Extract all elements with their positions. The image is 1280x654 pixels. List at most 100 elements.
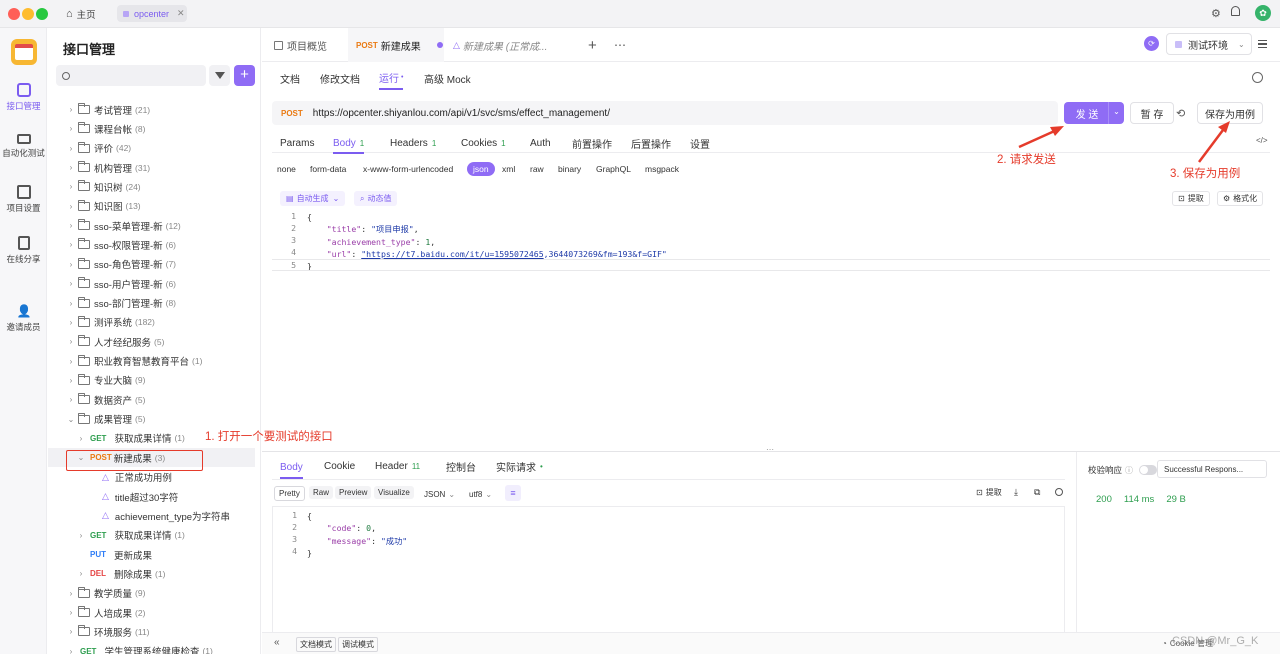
tree-folder[interactable]: › sso-部门管理-新 (8) — [48, 294, 261, 313]
request-body-editor[interactable]: 12345 { "title": "项目申报", "achievement_ty… — [272, 211, 1270, 271]
add-button[interactable]: + — [234, 65, 255, 86]
response-view-option[interactable]: Preview — [335, 486, 372, 499]
doc-mode-button[interactable]: 文档模式 — [296, 637, 336, 652]
tree-folder[interactable]: › 知识图 (13) — [48, 197, 261, 216]
body-type-option[interactable]: raw — [530, 162, 544, 176]
tree-folder[interactable]: › 测评系统 (182) — [48, 313, 261, 332]
body-type-option[interactable]: json — [467, 162, 495, 176]
body-type-option[interactable]: x-www-form-urlencoded — [363, 162, 453, 176]
body-type-option[interactable]: form-data — [310, 162, 346, 176]
response-view-option[interactable]: Visualize — [374, 486, 414, 499]
tree-api-item[interactable]: › GET 学生管理系统健康检查 (1) — [48, 642, 261, 654]
tree-folder[interactable]: › 环境服务 (11) — [48, 622, 261, 641]
response-view-option[interactable]: Raw — [309, 486, 334, 499]
request-url[interactable]: https://opcenter.shiyanlou.com/api/v1/sv… — [313, 108, 610, 119]
tree-folder[interactable]: › 机构管理 (31) — [48, 158, 261, 177]
minimize-window-button[interactable] — [22, 8, 34, 20]
history-icon[interactable] — [1252, 72, 1263, 83]
sidebar-item-share[interactable]: 在线分享 — [0, 236, 47, 265]
body-type-option[interactable]: msgpack — [645, 162, 679, 176]
param-tab[interactable]: 后置操作 — [631, 134, 671, 152]
tree-folder[interactable]: ⌄ 成果管理 (5) — [48, 410, 261, 429]
response-tab[interactable]: Header 11 — [375, 457, 420, 475]
extract-button[interactable]: ⊡ 提取 — [1172, 191, 1210, 206]
param-tab[interactable]: Headers 1 — [390, 134, 436, 152]
tree-api-item[interactable]: PUT 更新成果 — [48, 545, 261, 564]
response-tab[interactable]: 控制台 — [446, 457, 476, 475]
close-window-button[interactable] — [8, 8, 20, 20]
tree-api-item[interactable]: › DEL 删除成果 (1) — [48, 564, 261, 583]
body-type-option[interactable]: binary — [558, 162, 581, 176]
environment-select[interactable]: 测试环境 ⌄ — [1166, 33, 1252, 55]
auto-generate-button[interactable]: ▤ 自动生成 ⌄ — [280, 191, 346, 206]
tree-folder[interactable]: › 职业教育智慧教育平台 (1) — [48, 352, 261, 371]
drag-handle-icon[interactable]: ⋯ — [766, 445, 774, 454]
param-tab[interactable]: Body 1 — [333, 134, 365, 154]
download-icon[interactable]: ⤓ — [1014, 487, 1018, 498]
tree-folder[interactable]: › sso-权限管理-新 (6) — [48, 235, 261, 254]
user-avatar[interactable]: ✿ — [1255, 5, 1271, 21]
response-view-option[interactable]: Pretty — [274, 486, 305, 501]
search-icon[interactable] — [1055, 488, 1063, 496]
tree-folder[interactable]: › sso-角色管理-新 (7) — [48, 255, 261, 274]
more-tabs-icon[interactable]: ⋯ — [614, 28, 626, 62]
settings-icon[interactable]: ⚙ — [1211, 7, 1221, 20]
param-tab[interactable]: 设置 — [690, 134, 710, 152]
format-select[interactable]: JSON ⌄ — [424, 487, 455, 501]
tree-folder[interactable]: › 知识树 (24) — [48, 177, 261, 196]
validate-toggle[interactable] — [1139, 465, 1158, 475]
tree-folder[interactable]: › sso-用户管理-新 (6) — [48, 274, 261, 293]
tree-folder[interactable]: › 人才经纪服务 (5) — [48, 332, 261, 351]
send-button[interactable]: 发 送 ⌄ — [1064, 102, 1124, 124]
subtab-edit-doc[interactable]: 修改文档 — [320, 66, 360, 90]
filter-button[interactable] — [209, 65, 230, 86]
tree-case-item[interactable]: △ title超过30字符 — [48, 487, 261, 506]
tree-folder[interactable]: › 教学质量 (9) — [48, 584, 261, 603]
env-switch-icon[interactable]: ⟳ — [1144, 36, 1159, 51]
subtab-mock[interactable]: 高级 Mock — [424, 66, 471, 90]
tree-folder[interactable]: › sso-菜单管理-新 (12) — [48, 216, 261, 235]
response-extract-button[interactable]: ⊡ 提取 — [976, 487, 1002, 498]
dynamic-value-button[interactable]: ⌕ 动态值 — [354, 191, 398, 206]
reset-icon[interactable]: ⟲ — [1176, 107, 1185, 120]
menu-icon[interactable] — [1258, 40, 1267, 48]
collapse-icon[interactable]: « — [274, 637, 280, 648]
sidebar-item-project-settings[interactable]: 项目设置 — [0, 185, 47, 214]
sidebar-item-api-management[interactable]: 接口管理 — [0, 83, 47, 112]
tree-folder[interactable]: › 课程台帐 (8) — [48, 119, 261, 138]
request-method[interactable]: POST — [281, 109, 303, 118]
tree-folder[interactable]: › 考试管理 (21) — [48, 100, 261, 119]
new-tab-button[interactable]: + — [588, 28, 597, 62]
subtab-run[interactable]: 运行 • — [379, 66, 404, 90]
encoding-select[interactable]: utf8 ⌄ — [469, 487, 492, 501]
url-bar[interactable]: POST https://opcenter.shiyanlou.com/api/… — [272, 101, 1058, 125]
search-input[interactable] — [56, 65, 206, 86]
subtab-doc[interactable]: 文档 — [280, 66, 300, 90]
param-tab[interactable]: Cookies 1 — [461, 134, 506, 152]
copy-icon[interactable]: ⧉ — [1034, 487, 1040, 498]
response-tab[interactable]: 实际请求 • — [496, 457, 543, 475]
sidebar-item-automation[interactable]: 自动化测试 — [0, 134, 47, 159]
tree-folder[interactable]: › 数据资产 (5) — [48, 390, 261, 409]
save-as-case-button[interactable]: 保存为用例 — [1197, 102, 1263, 124]
param-tab[interactable]: Params — [280, 134, 314, 152]
notification-icon[interactable] — [1231, 6, 1240, 16]
param-tab[interactable]: 前置操作 — [572, 134, 612, 152]
response-tab[interactable]: Body — [280, 457, 303, 479]
project-tab[interactable]: opcenter ✕ — [117, 5, 187, 22]
param-tab[interactable]: Auth — [530, 134, 551, 152]
tab-overview[interactable]: 项目概览 — [274, 28, 327, 62]
wrap-icon[interactable]: ≡ — [505, 485, 521, 501]
tree-folder[interactable]: › 人培成果 (2) — [48, 603, 261, 622]
maximize-window-button[interactable] — [36, 8, 48, 20]
send-dropdown-icon[interactable]: ⌄ — [1108, 102, 1124, 124]
sidebar-item-invite[interactable]: 👤 邀请成员 — [0, 304, 47, 333]
tree-folder[interactable]: › 评价 (42) — [48, 139, 261, 158]
debug-mode-button[interactable]: 调试模式 — [338, 637, 378, 652]
tree-folder[interactable]: › 专业大脑 (9) — [48, 371, 261, 390]
validate-select[interactable]: Successful Respons... — [1157, 460, 1267, 478]
tab-draft[interactable]: △ 新建成果 (正常成... — [453, 28, 557, 62]
code-view-icon[interactable]: </> — [1256, 136, 1268, 145]
tree-case-item[interactable]: △ achievement_type为字符串 — [48, 506, 261, 525]
save-temp-button[interactable]: 暂 存 — [1130, 102, 1174, 124]
